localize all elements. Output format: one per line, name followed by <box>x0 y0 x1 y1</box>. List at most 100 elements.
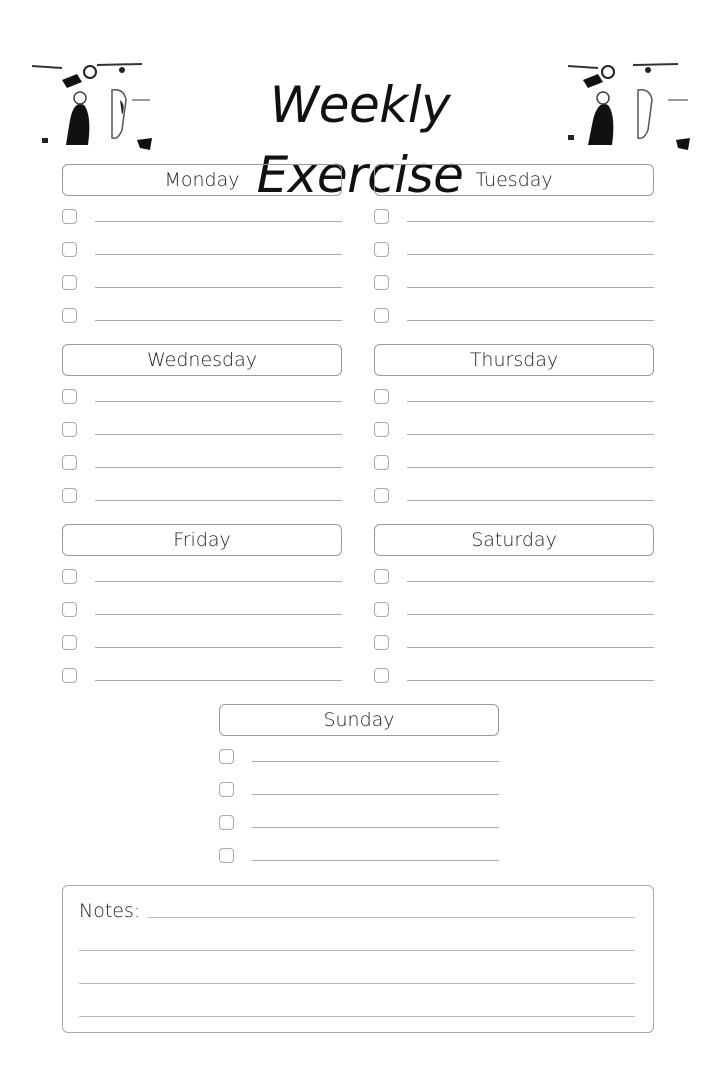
exercise-entry-line[interactable] <box>95 614 342 615</box>
exercise-row <box>62 264 342 297</box>
exercise-entry-line[interactable] <box>252 794 499 795</box>
checkbox[interactable] <box>374 209 389 224</box>
notes-box: Notes: <box>62 885 654 1033</box>
exercise-entry-line[interactable] <box>95 581 342 582</box>
exercise-entry-line[interactable] <box>95 254 342 255</box>
notes-line[interactable] <box>147 917 635 918</box>
day-section-monday: Monday <box>62 164 342 330</box>
checkbox[interactable] <box>62 422 77 437</box>
day-section-friday: Friday <box>62 524 342 690</box>
exercise-row <box>374 591 654 624</box>
exercise-row <box>62 198 342 231</box>
exercise-entry-line[interactable] <box>95 500 342 501</box>
notes-line[interactable] <box>79 950 635 951</box>
exercise-row <box>374 444 654 477</box>
exercise-row <box>62 378 342 411</box>
exercise-row <box>374 411 654 444</box>
exercise-row <box>219 804 499 837</box>
checkbox[interactable] <box>62 209 77 224</box>
exercise-entry-line[interactable] <box>407 434 654 435</box>
checkbox[interactable] <box>374 602 389 617</box>
exercise-entry-line[interactable] <box>407 221 654 222</box>
checkbox[interactable] <box>219 815 234 830</box>
day-section-thursday: Thursday <box>374 344 654 510</box>
exercise-row <box>62 444 342 477</box>
exercise-entry-line[interactable] <box>95 320 342 321</box>
exercise-entry-line[interactable] <box>95 467 342 468</box>
checkbox[interactable] <box>219 782 234 797</box>
exercise-entry-line[interactable] <box>407 287 654 288</box>
checkbox[interactable] <box>62 242 77 257</box>
exercise-row <box>219 738 499 771</box>
exercise-entry-line[interactable] <box>407 647 654 648</box>
checkbox[interactable] <box>374 242 389 257</box>
day-section-saturday: Saturday <box>374 524 654 690</box>
notes-line[interactable] <box>79 983 635 984</box>
exercise-entry-line[interactable] <box>95 680 342 681</box>
exercise-entry-line[interactable] <box>95 401 342 402</box>
checkbox[interactable] <box>374 455 389 470</box>
checkbox[interactable] <box>374 308 389 323</box>
day-header: Sunday <box>219 704 499 736</box>
checkbox[interactable] <box>62 602 77 617</box>
gym-photo-right <box>558 60 693 155</box>
exercise-row <box>219 771 499 804</box>
notes-line[interactable] <box>79 1016 635 1017</box>
exercise-entry-line[interactable] <box>407 254 654 255</box>
exercise-row <box>374 657 654 690</box>
exercise-row <box>219 837 499 870</box>
exercise-row <box>62 558 342 591</box>
day-header: Wednesday <box>62 344 342 376</box>
checkbox[interactable] <box>62 488 77 503</box>
checkbox[interactable] <box>219 749 234 764</box>
exercise-row <box>62 477 342 510</box>
day-header: Saturday <box>374 524 654 556</box>
checkbox[interactable] <box>374 668 389 683</box>
exercise-row <box>374 624 654 657</box>
exercise-entry-line[interactable] <box>407 401 654 402</box>
checkbox[interactable] <box>62 275 77 290</box>
exercise-row <box>374 198 654 231</box>
day-header: Friday <box>62 524 342 556</box>
exercise-entry-line[interactable] <box>407 680 654 681</box>
checkbox[interactable] <box>62 455 77 470</box>
checkbox[interactable] <box>62 389 77 404</box>
exercise-row <box>62 624 342 657</box>
gym-photo-left <box>22 60 157 155</box>
exercise-entry-line[interactable] <box>95 434 342 435</box>
exercise-entry-line[interactable] <box>407 467 654 468</box>
exercise-row <box>62 297 342 330</box>
exercise-row <box>62 591 342 624</box>
exercise-entry-line[interactable] <box>407 320 654 321</box>
exercise-entry-line[interactable] <box>252 827 499 828</box>
day-section-sunday: Sunday <box>219 704 499 870</box>
checkbox[interactable] <box>374 635 389 650</box>
exercise-entry-line[interactable] <box>95 221 342 222</box>
exercise-entry-line[interactable] <box>252 860 499 861</box>
checkbox[interactable] <box>62 308 77 323</box>
day-header: Thursday <box>374 344 654 376</box>
checkbox[interactable] <box>219 848 234 863</box>
day-header: Monday <box>62 164 342 196</box>
exercise-row <box>374 558 654 591</box>
exercise-entry-line[interactable] <box>95 287 342 288</box>
exercise-entry-line[interactable] <box>407 581 654 582</box>
checkbox[interactable] <box>62 668 77 683</box>
day-header: Tuesday <box>374 164 654 196</box>
day-section-wednesday: Wednesday <box>62 344 342 510</box>
exercise-entry-line[interactable] <box>252 761 499 762</box>
checkbox[interactable] <box>62 635 77 650</box>
checkbox[interactable] <box>374 389 389 404</box>
checkbox[interactable] <box>62 569 77 584</box>
exercise-row <box>62 657 342 690</box>
exercise-row <box>374 477 654 510</box>
checkbox[interactable] <box>374 569 389 584</box>
exercise-row <box>374 264 654 297</box>
checkbox[interactable] <box>374 488 389 503</box>
checkbox[interactable] <box>374 275 389 290</box>
checkbox[interactable] <box>374 422 389 437</box>
exercise-entry-line[interactable] <box>407 500 654 501</box>
exercise-entry-line[interactable] <box>407 614 654 615</box>
exercise-entry-line[interactable] <box>95 647 342 648</box>
day-section-tuesday: Tuesday <box>374 164 654 330</box>
